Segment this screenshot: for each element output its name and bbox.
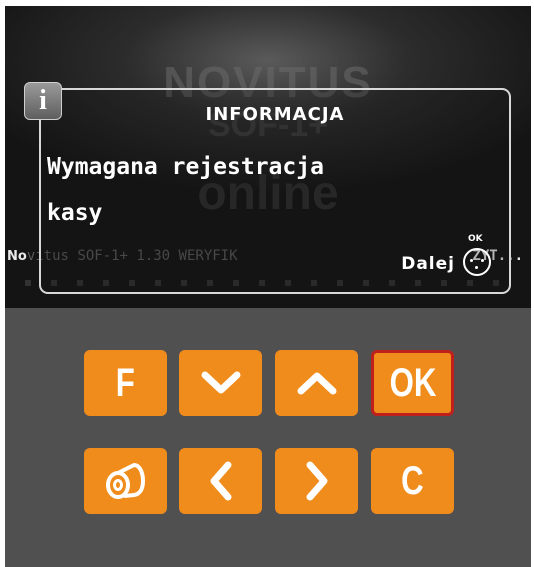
info-dialog: INFORMACJA Wymagana rejestracja kasy Dal… (39, 88, 511, 294)
right-key[interactable] (275, 448, 358, 514)
f-key-label: F (115, 360, 136, 405)
paper-roll-icon (105, 463, 145, 499)
paper-feed-key[interactable] (84, 448, 167, 514)
ok-key[interactable]: OK (371, 350, 454, 416)
status-lead: No (7, 249, 27, 264)
keypad: F OK C (5, 308, 531, 567)
ok-knob-icon: OK (463, 234, 491, 276)
dialog-message-line1: Wymagana rejestracja (47, 154, 324, 180)
chevron-left-icon (210, 461, 231, 501)
device-display: NOVITUS SOF-1+ online Novitus SOF-1+ 1.3… (5, 6, 531, 308)
c-key[interactable]: C (371, 448, 454, 514)
up-key[interactable] (275, 350, 358, 416)
ok-key-label: OK (389, 360, 436, 405)
next-label: Dalej (401, 254, 455, 274)
chevron-down-icon (201, 371, 240, 394)
dialog-title: INFORMACJA (205, 104, 345, 125)
down-key[interactable] (179, 350, 262, 416)
dialog-message-line2: kasy (47, 200, 103, 226)
dialog-message: Wymagana rejestracja kasy (47, 144, 487, 236)
c-key-label: C (401, 458, 424, 503)
left-key[interactable] (179, 448, 262, 514)
ok-hint: OK (468, 234, 483, 244)
chevron-right-icon (306, 461, 327, 501)
info-icon: i (24, 82, 62, 120)
chevron-up-icon (297, 372, 336, 395)
f-key[interactable]: F (84, 350, 167, 416)
